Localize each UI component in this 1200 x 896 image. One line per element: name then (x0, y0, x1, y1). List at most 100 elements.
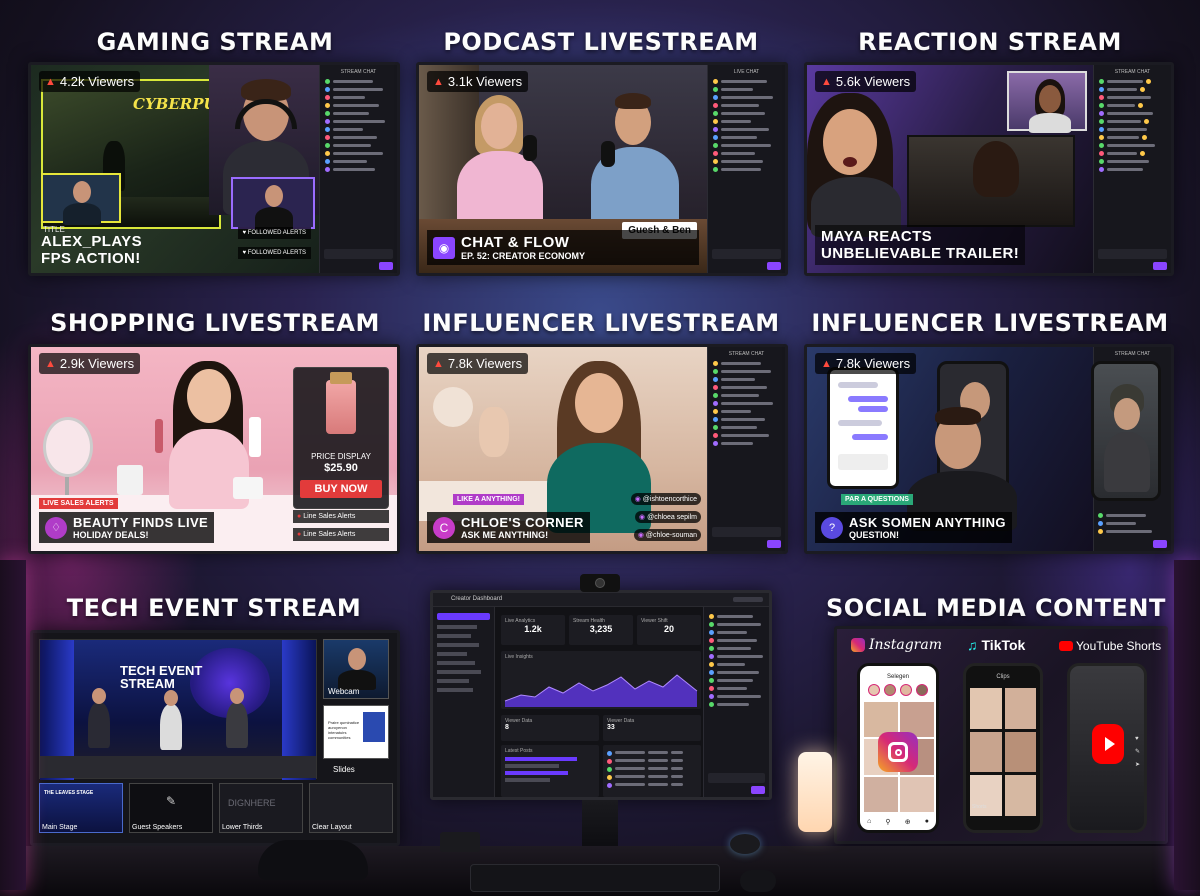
scene-thumbnail-guest-speakers[interactable]: ✎ Guest Speakers (129, 783, 213, 833)
podcast-stream-monitor[interactable]: ▲3.1k Viewers Guesh & Ben ◉ CHAT & FLOW … (416, 62, 788, 276)
microphone-icon (523, 135, 537, 161)
like-icon[interactable]: ♥ (1135, 736, 1140, 742)
tiktok-phone[interactable]: Clips Shorts (963, 663, 1043, 833)
sidebar-item[interactable] (437, 634, 471, 638)
youtube-logo-icon (1059, 641, 1073, 651)
influencer-stream-monitor-2[interactable]: ▲ 7.8k Viewers PAR A QUESTIONS ? ASK SOME… (804, 344, 1174, 554)
sales-alert-item: ● Line Sales Alerts (293, 528, 389, 541)
shopping-stream-view[interactable]: PRICE DISPLAY $25.90 BUY NOW ▲ 2.9k Viewe… (31, 347, 397, 551)
sidebar-item-active[interactable] (437, 613, 490, 620)
home-icon[interactable]: ⌂ (867, 818, 871, 826)
reaction-stream-view[interactable]: ▲ 5.6k Viewers MAYA REACTS UNBELIEVABLE T… (807, 65, 1093, 273)
reaction-stream-monitor[interactable]: ▲ 5.6k Viewers MAYA REACTS UNBELIEVABLE T… (804, 62, 1174, 276)
chat-input[interactable] (324, 249, 393, 259)
sidebar-item[interactable] (437, 643, 479, 647)
social-handle[interactable]: ◉ @chloe-souman (633, 529, 701, 541)
comment-icon[interactable]: ✎ (1135, 748, 1140, 755)
youtube-shorts-icon (1092, 724, 1124, 764)
webcam-feed[interactable]: Webcam (323, 639, 389, 699)
gaming-stream-monitor[interactable]: CYBERPUNK ▲ 4.2k Viewers TITLE ALEX_PLAYS… (28, 62, 400, 276)
scene-thumbnail-lower-thirds[interactable]: DIGNHERE Lower Thirds (219, 783, 303, 833)
viewer-count: ▲ 4.2k Viewers (39, 71, 141, 92)
stream-title-overlay: ? ASK SOMEN ANYTHING QUESTION! (815, 512, 1012, 543)
data-table[interactable] (603, 745, 701, 797)
latest-posts-panel[interactable]: Latest Posts (501, 745, 599, 797)
scene-thumbnail-clear-layout[interactable]: Clear Layout (309, 783, 393, 833)
slides-feed[interactable]: Praire quminatice auroyenon intenatuirs … (323, 705, 389, 759)
chat-panel[interactable]: STREAM CHAT (707, 347, 785, 551)
viewer-data-card[interactable]: Viewer Data 33 (603, 715, 701, 741)
social-handle[interactable]: ◉ @chloea sepilm (635, 511, 701, 523)
window-controls[interactable] (733, 597, 763, 602)
chat-panel[interactable]: STREAM CHAT (1093, 65, 1171, 273)
product-card[interactable]: PRICE DISPLAY $25.90 BUY NOW (293, 367, 389, 509)
shopping-stream-monitor[interactable]: PRICE DISPLAY $25.90 BUY NOW ▲ 2.9k Viewe… (28, 344, 400, 554)
share-icon[interactable]: ➤ (1135, 761, 1140, 768)
main-stage-view[interactable]: TECH EVENT STREAM (39, 639, 317, 780)
sidebar-item[interactable] (437, 679, 469, 683)
decor-vase (479, 407, 509, 457)
sidebar-item[interactable] (437, 688, 473, 692)
chat-message (709, 662, 764, 667)
grid-post (864, 776, 898, 812)
add-icon[interactable]: ⊕ (905, 818, 911, 826)
youtube-shorts-phone[interactable]: ♥ ✎ ➤ (1067, 663, 1147, 833)
instagram-nav[interactable]: ⌂ ⚲ ⊕ ● (860, 818, 936, 826)
social-media-view[interactable]: Instagram ♫ TikTok YouTube Shorts Selege… (837, 629, 1165, 841)
chat-send-button[interactable] (767, 262, 781, 270)
gaming-stream-view[interactable]: CYBERPUNK ▲ 4.2k Viewers TITLE ALEX_PLAYS… (31, 65, 319, 273)
dashboard-chat-panel[interactable] (703, 607, 769, 797)
chat-message (709, 622, 764, 627)
sidebar-item[interactable] (437, 670, 481, 674)
creator-dashboard-monitor[interactable]: Creator Dashboard Live Analytics 1.2k St… (430, 590, 772, 800)
stat-card[interactable]: Viewer Shift 20 (637, 615, 701, 645)
buy-now-button[interactable]: BUY NOW (300, 480, 382, 498)
product-cap (330, 372, 352, 384)
chat-message (709, 678, 764, 683)
tech-event-view[interactable]: TECH EVENT STREAM Webcam Praire quminati… (33, 633, 397, 843)
chat-send-button[interactable] (1153, 540, 1167, 548)
sidebar-item[interactable] (437, 625, 477, 629)
chat-send-button[interactable] (751, 786, 765, 794)
chat-panel[interactable]: LIVE CHAT (707, 65, 785, 273)
tech-event-monitor[interactable]: TECH EVENT STREAM Webcam Praire quminati… (30, 630, 400, 846)
stories-row (868, 684, 928, 696)
sidebar-item[interactable] (437, 652, 467, 656)
stat-card[interactable]: Live Analytics 1.2k (501, 615, 565, 645)
profile-icon[interactable]: ● (925, 818, 929, 826)
phone-chat-mockup (827, 367, 899, 489)
chat-send-button[interactable] (379, 262, 393, 270)
stage-floor (40, 756, 316, 778)
chat-send-button[interactable] (1153, 262, 1167, 270)
chat-input[interactable] (708, 773, 765, 783)
scene-thumbnail-main-stage[interactable]: THE LEAVES STAGE Main Stage (39, 783, 123, 833)
flame-icon: ▲ (433, 357, 444, 370)
sales-alert-item: ● Line Sales Alerts (293, 510, 389, 523)
podcast-stream-view[interactable]: ▲3.1k Viewers Guesh & Ben ◉ CHAT & FLOW … (419, 65, 707, 273)
influencer-stream-view-1[interactable]: ▲ 7.8k Viewers LIKE A ANYTHING! C CHLOE'S… (419, 347, 707, 551)
social-media-monitor[interactable]: Instagram ♫ TikTok YouTube Shorts Selege… (834, 626, 1168, 844)
chat-input[interactable] (1098, 249, 1167, 259)
viewer-data-card[interactable]: Viewer Data 8 (501, 715, 599, 741)
sidebar-item[interactable] (437, 661, 475, 665)
instagram-phone[interactable]: Selegen ⌂ ⚲ ⊕ ● (857, 663, 939, 833)
social-handle[interactable]: ◉ @ishtoencorthice (630, 493, 701, 505)
chat-panel[interactable]: STREAM CHAT (319, 65, 397, 273)
stream-title-overlay: MAYA REACTS UNBELIEVABLE TRAILER! (815, 225, 1026, 265)
creator-dashboard[interactable]: Creator Dashboard Live Analytics 1.2k St… (433, 593, 769, 797)
influencer-stream-view-2[interactable]: ▲ 7.8k Viewers PAR A QUESTIONS ? ASK SOME… (807, 347, 1093, 551)
live-insights-chart[interactable]: Live Insights (501, 651, 701, 709)
chat-bubble (848, 396, 888, 402)
clip-thumbnail (1004, 775, 1036, 816)
slide-text: Praire quminatice auroyenon intenatuirs … (328, 720, 360, 740)
stat-card[interactable]: Stream Health 3,235 (569, 615, 633, 645)
chat-send-button[interactable] (767, 540, 781, 548)
search-icon[interactable]: ⚲ (885, 818, 890, 826)
shorts-actions[interactable]: ♥ ✎ ➤ (1135, 736, 1140, 768)
chat-input[interactable] (712, 527, 781, 537)
grid-post (900, 776, 934, 812)
trailer-hair (973, 141, 1019, 197)
influencer-stream-monitor-1[interactable]: ▲ 7.8k Viewers LIKE A ANYTHING! C CHLOE'S… (416, 344, 788, 554)
chat-message (1099, 87, 1166, 92)
chat-input[interactable] (712, 249, 781, 259)
